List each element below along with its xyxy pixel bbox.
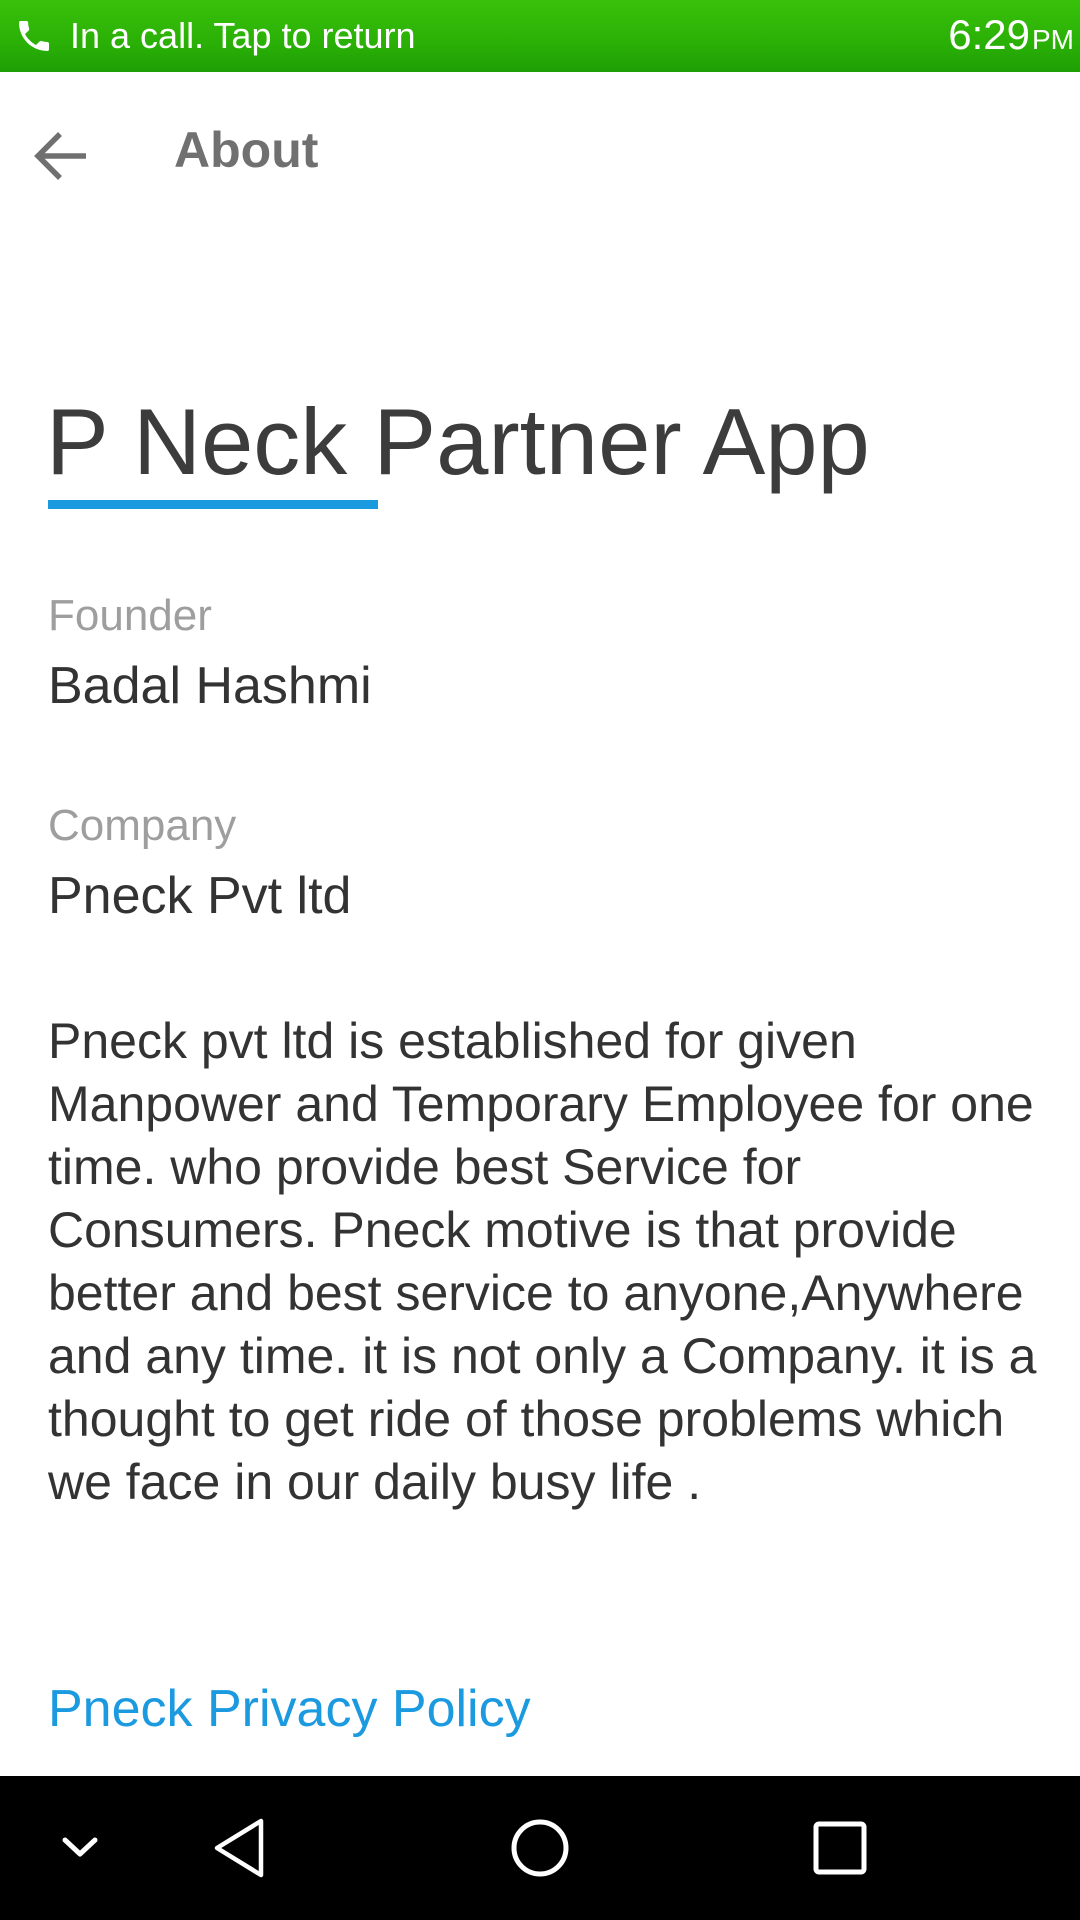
company-value: Pneck Pvt ltd [48,867,352,925]
chevron-down-icon [62,1837,98,1857]
recents-square-icon [813,1821,867,1875]
company-description: Pneck pvt ltd is established for given M… [48,1013,1037,1510]
nav-home-button[interactable] [490,1776,590,1920]
system-navigation-bar [0,1776,1080,1920]
nav-back-button[interactable] [190,1776,290,1920]
nav-hide-keyboard-button[interactable] [40,1776,120,1920]
privacy-policy-link[interactable]: Pneck Privacy Policy [48,1678,531,1740]
clock-ampm: PM [1032,24,1074,55]
back-button[interactable] [24,118,100,194]
call-status-text: In a call. Tap to return [70,15,416,56]
back-triangle-icon [214,1818,264,1878]
founder-value: Badal Hashmi [48,657,372,715]
arrow-back-icon [34,132,86,180]
home-circle-icon [511,1819,569,1877]
status-clock: 6:29PM [948,10,1074,65]
about-screen: In a call. Tap to return 6:29PM About P … [0,0,1080,1920]
founder-label: Founder [48,591,212,640]
nav-recents-button[interactable] [790,1776,890,1920]
company-label: Company [48,801,237,850]
phone-icon [14,16,54,56]
in-call-status-bar[interactable]: In a call. Tap to return 6:29PM [0,0,1080,72]
title-underline [48,500,378,509]
app-name-heading: P Neck Partner App [46,389,870,494]
page-title: About [174,122,319,178]
clock-time: 6:29 [948,11,1030,58]
app-bar: About [0,72,1080,230]
